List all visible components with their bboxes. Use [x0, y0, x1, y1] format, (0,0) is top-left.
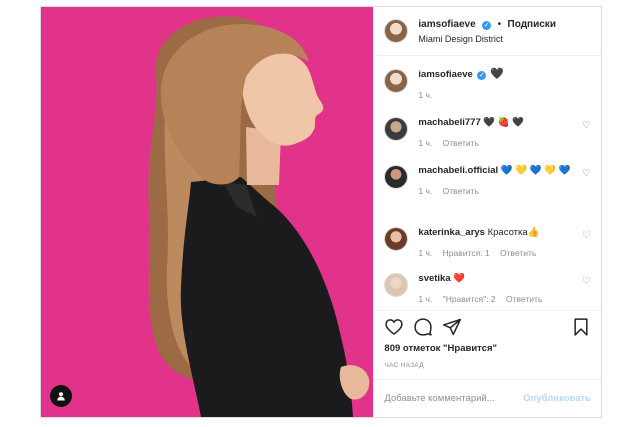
commenter-avatar[interactable]	[384, 165, 409, 189]
verified-badge-icon: ✓	[477, 71, 487, 80]
header-text: iamsofiaeve ✓ • Подписки Miami Design Di…	[418, 16, 556, 46]
comment-text: 🖤 🍓 🖤	[483, 117, 525, 128]
comment-text: 💙 💛 💙 💛 💙	[500, 165, 571, 176]
reply-button[interactable]: Ответить	[500, 248, 536, 258]
author-username[interactable]: iamsofiaeve	[418, 19, 475, 30]
comment-bubble-icon[interactable]	[413, 317, 433, 337]
comment-text: ❤️	[453, 273, 466, 284]
commenter-avatar[interactable]	[384, 117, 409, 141]
post-header: iamsofiaeve ✓ • Подписки Miami Design Di…	[374, 7, 601, 56]
commenter-username[interactable]: machabeli777	[418, 117, 480, 128]
author-avatar[interactable]	[384, 19, 409, 43]
reply-button[interactable]: Ответить	[506, 294, 542, 304]
caption-avatar[interactable]	[384, 69, 409, 93]
location-link[interactable]: Miami Design District	[418, 32, 556, 46]
post-timestamp[interactable]: ЧАС НАЗАД	[374, 362, 601, 369]
caption-item: iamsofiaeve ✓ 🖤 1 ч.	[384, 68, 591, 116]
comment-like-heart-icon[interactable]: ♡	[582, 121, 591, 131]
caption-time[interactable]: 1 ч.	[418, 90, 432, 100]
post-actions	[374, 310, 601, 342]
comment-input[interactable]	[384, 393, 524, 404]
like-heart-icon[interactable]	[384, 317, 404, 337]
comment-likes-count[interactable]: Нравится: 1	[443, 248, 490, 258]
comment-like-heart-icon[interactable]: ♡	[582, 231, 591, 241]
tagged-user-button[interactable]	[50, 385, 72, 407]
commenter-username[interactable]: machabeli.official	[418, 165, 498, 176]
bookmark-save-icon[interactable]	[571, 317, 591, 337]
comment-text: Красотка👍	[487, 227, 540, 238]
post-photo[interactable]	[41, 7, 374, 417]
comment-like-heart-icon[interactable]: ♡	[582, 277, 591, 287]
verified-badge-icon: ✓	[482, 21, 492, 30]
caption-username[interactable]: iamsofiaeve	[418, 69, 472, 80]
comment-like-heart-icon[interactable]: ♡	[582, 169, 591, 179]
instagram-post: iamsofiaeve ✓ • Подписки Miami Design Di…	[40, 6, 602, 418]
comments-list: iamsofiaeve ✓ 🖤 1 ч. machabeli777 🖤 🍓 🖤	[374, 56, 601, 310]
comment-time[interactable]: 1 ч.	[418, 294, 432, 304]
comment-likes-count[interactable]: "Нравится": 2	[443, 294, 496, 304]
user-icon	[57, 392, 65, 401]
comment-item: katerinka_arys Красотка👍 1 ч. Нравится: …	[384, 226, 591, 272]
commenter-username[interactable]: svetika	[418, 273, 450, 284]
comment-time[interactable]: 1 ч.	[418, 186, 432, 196]
comment-item: machabeli.official 💙 💛 💙 💛 💙 1 ч. Ответи…	[384, 164, 591, 226]
likes-count[interactable]: 809 отметок "Нравится"	[374, 342, 601, 356]
comment-item: svetika ❤️ 1 ч. "Нравится": 2 Ответить ♡	[384, 272, 591, 310]
comment-time[interactable]: 1 ч.	[418, 248, 432, 258]
reply-button[interactable]: Ответить	[443, 186, 479, 196]
caption-text: 🖤	[490, 68, 504, 80]
reply-button[interactable]: Ответить	[443, 138, 479, 148]
commenter-username[interactable]: katerinka_arys	[418, 227, 485, 238]
commenter-avatar[interactable]	[384, 227, 409, 251]
comment-time[interactable]: 1 ч.	[418, 138, 432, 148]
add-comment-bar: Опубликовать	[374, 379, 601, 417]
comment-item: machabeli777 🖤 🍓 🖤 1 ч. Ответить ♡	[384, 116, 591, 164]
separator-dot: •	[497, 19, 502, 30]
publish-button[interactable]: Опубликовать	[523, 393, 591, 404]
commenter-avatar[interactable]	[384, 273, 409, 297]
post-sidebar: iamsofiaeve ✓ • Подписки Miami Design Di…	[373, 7, 601, 417]
follow-button[interactable]: Подписки	[508, 19, 556, 30]
woman-profile-illustration	[148, 16, 370, 417]
share-paper-plane-icon[interactable]	[442, 317, 462, 337]
